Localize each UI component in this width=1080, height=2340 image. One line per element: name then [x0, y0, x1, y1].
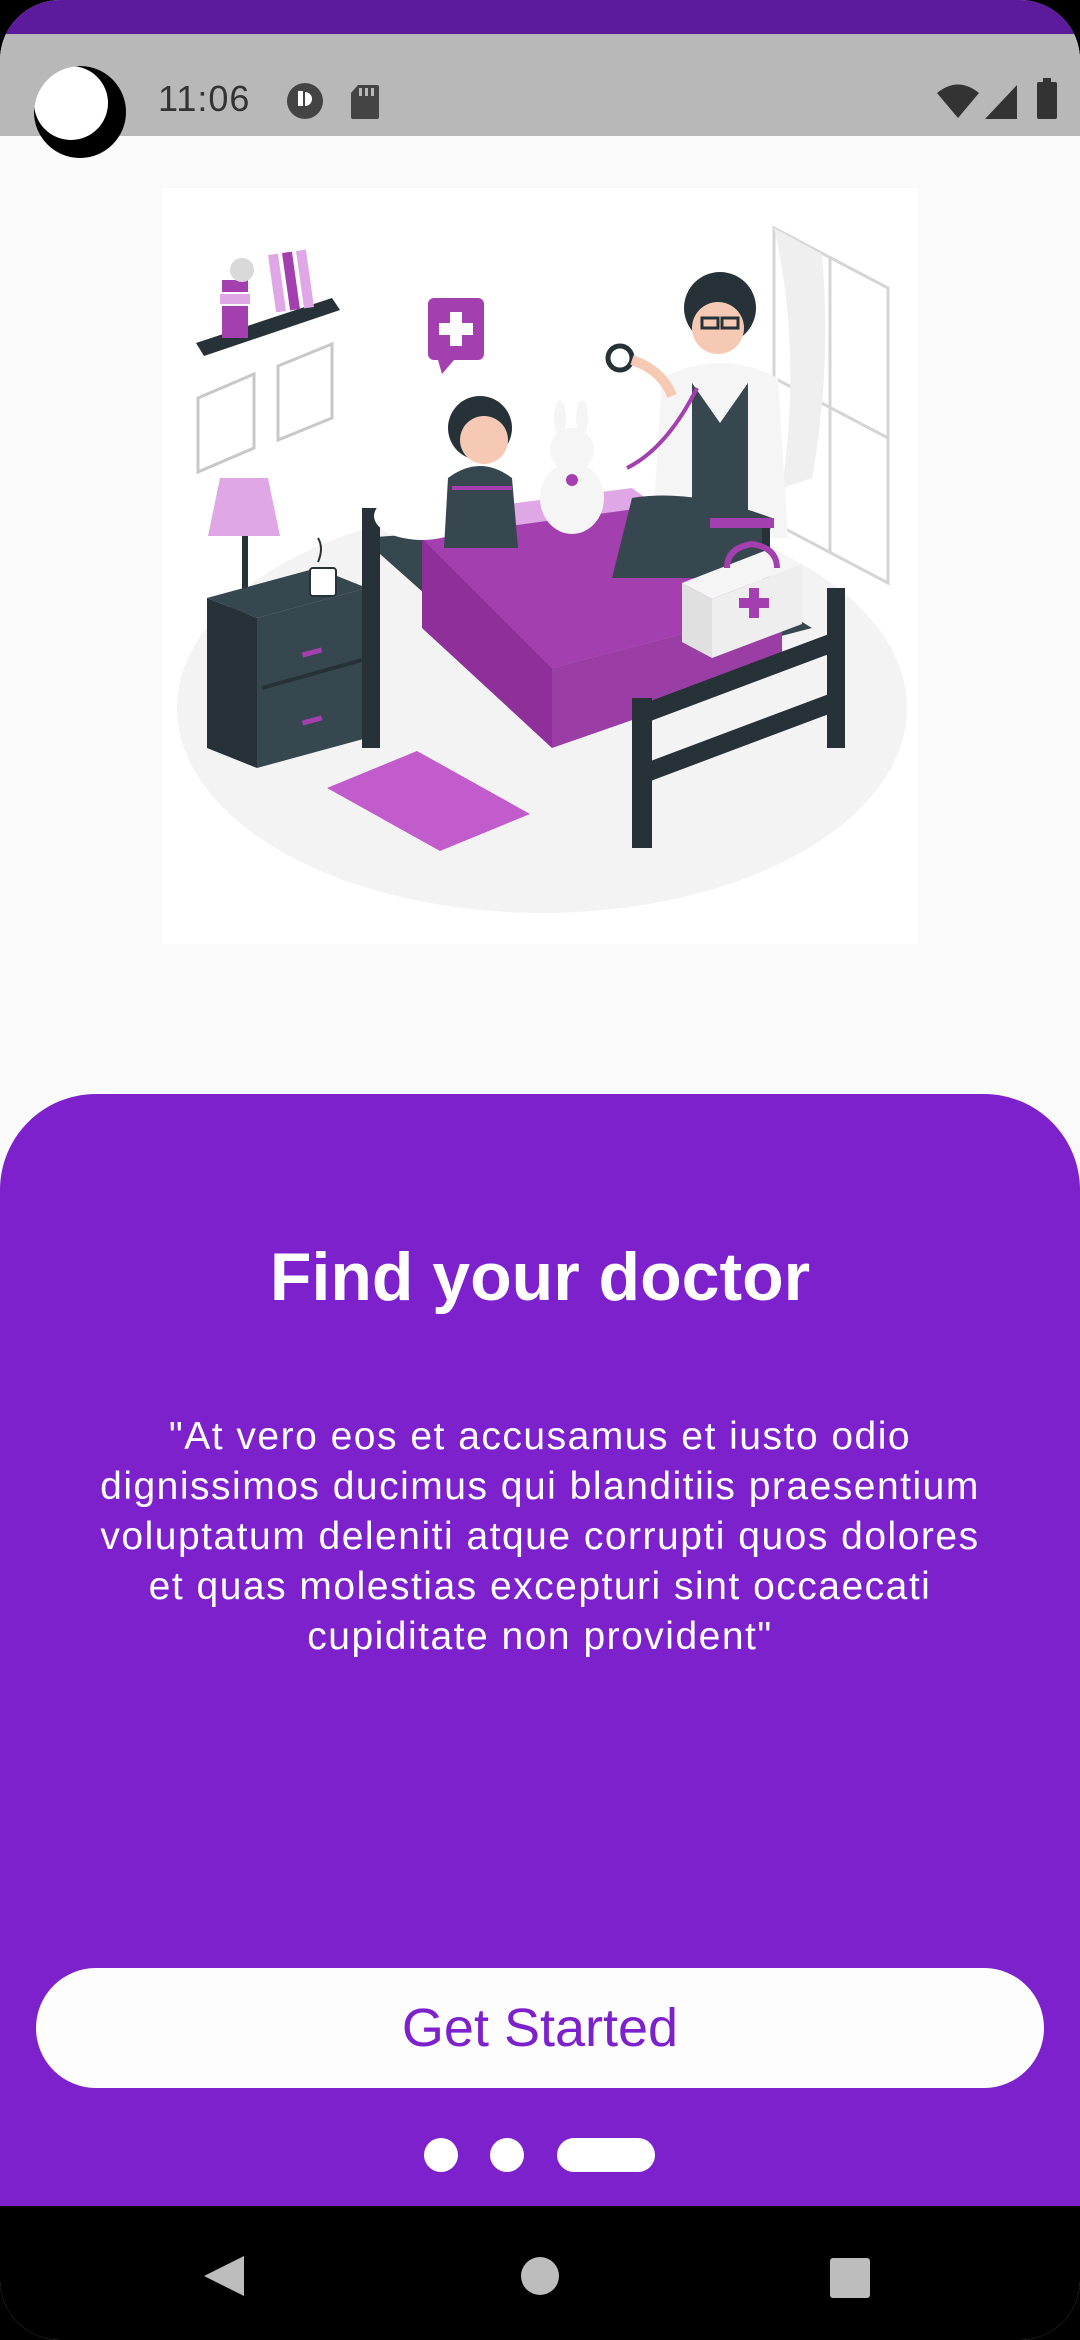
top-strip	[0, 0, 1080, 34]
status-bar: 11:06	[0, 34, 1080, 158]
notification-icon	[287, 83, 323, 119]
battery-icon	[1037, 78, 1057, 119]
navigation-bar	[0, 2206, 1080, 2340]
onboarding-title: Find your doctor	[269, 1239, 811, 1315]
page-indicator-dot-1[interactable]	[424, 2138, 458, 2172]
home-icon[interactable]	[520, 2256, 560, 2296]
get-started-button[interactable]: Get Started	[36, 1968, 1044, 2088]
onboarding-description: "At vero eos et accusamus et iusto odio …	[100, 1415, 980, 1658]
status-time: 11:06	[158, 78, 251, 119]
onboarding-sheet: Find your doctor "At vero eos et accusam…	[0, 1094, 1080, 2206]
back-icon[interactable]	[200, 2254, 248, 2298]
recents-icon[interactable]	[830, 2258, 870, 2298]
wifi-icon	[937, 84, 979, 118]
page-indicator-dot-3-active[interactable]	[557, 2138, 655, 2172]
page-indicator-dot-2[interactable]	[490, 2138, 524, 2172]
camera-cutout	[34, 66, 126, 158]
phone-screen: 11:06 Find your doctor "At vero eos et a…	[0, 0, 1080, 2340]
doctor-visit-illustration	[162, 188, 918, 944]
signal-icon	[985, 85, 1017, 119]
page-indicator	[0, 2138, 1080, 2174]
sd-card-icon	[351, 85, 379, 119]
